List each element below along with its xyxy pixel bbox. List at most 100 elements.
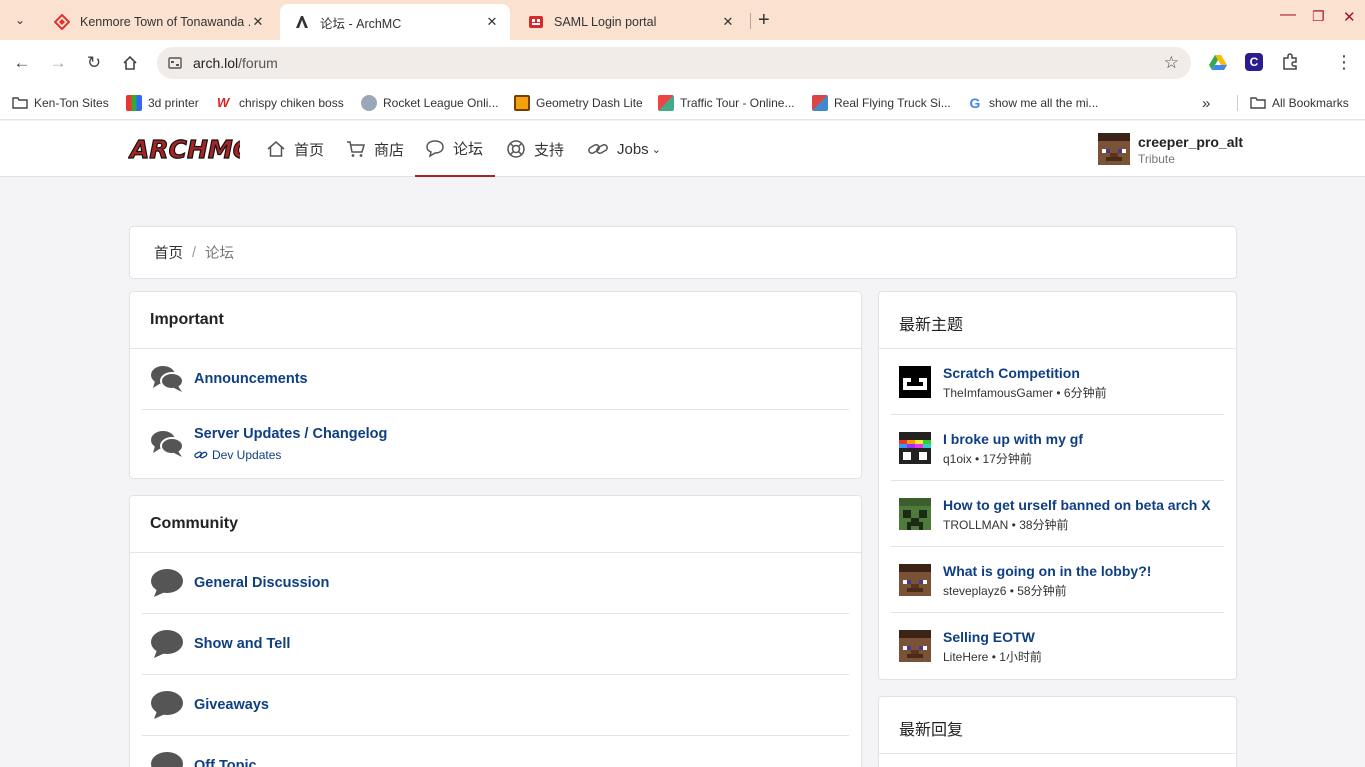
grid-favicon-icon [126,95,142,111]
topic-row[interactable]: How to get urself banned on beta arch X … [891,481,1224,547]
nav-store[interactable]: 商店 [336,121,414,177]
tab-divider [750,13,751,29]
forum-title[interactable]: Announcements [194,371,308,387]
forum-row-general-discussion[interactable]: General Discussion [142,553,849,614]
forum-row-show-and-tell[interactable]: Show and Tell [142,614,849,675]
bookmarks-overflow-button[interactable]: » [1202,93,1210,113]
google-drive-extension[interactable] [1208,52,1228,72]
link-icon [587,139,609,159]
bookmark-flying-truck[interactable]: Real Flying Truck Si... [812,93,951,113]
forum-row-off-topic[interactable]: Off Topic [142,736,849,767]
forum-row-server-updates[interactable]: Server Updates / Changelog Dev Updates [142,410,849,471]
forward-button[interactable]: → [46,51,70,75]
bookmark-geometry-dash[interactable]: Geometry Dash Lite [514,93,643,113]
user-avatar [899,498,931,530]
topic-row[interactable]: Scratch Competition TheImfamousGamer • 6… [891,349,1224,415]
archmc-favicon-icon [294,14,310,30]
bookmark-google-search[interactable]: G show me all the mi... [967,93,1099,113]
extensions-button[interactable] [1280,52,1300,72]
forum-title[interactable]: Off Topic [194,758,257,767]
topic-title[interactable]: Selling EOTW [943,629,1035,645]
nav-support[interactable]: 支持 [496,121,574,177]
back-button[interactable]: ← [10,51,34,75]
new-tab-button[interactable]: + [758,10,770,30]
browser-tab-saml[interactable]: SAML Login portal ✕ [514,4,746,40]
breadcrumb-separator: / [192,244,197,261]
reload-button[interactable]: ↻ [82,51,106,75]
nav-forum[interactable]: 论坛 [415,121,495,177]
cart-icon [346,139,366,159]
topic-title[interactable]: What is going on in the lobby?! [943,563,1151,579]
arrow-left-icon: ← [13,53,31,72]
tab-search-button[interactable]: ⌄ [8,8,32,32]
bookmark-3d-printer[interactable]: 3d printer [126,93,199,113]
rocket-favicon-icon [361,95,377,111]
chat-bubbles-icon [151,431,184,457]
breadcrumb-home-link[interactable]: 首页 [154,242,183,263]
traffic-favicon-icon [658,95,674,111]
latest-topics-title: 最新主题 [879,292,1236,349]
topic-meta: TheImfamousGamer • 6分钟前 [943,386,1107,400]
bookmark-label: Real Flying Truck Si... [834,96,951,110]
topic-row[interactable]: I broke up with my gf q1oix • 17分钟前 [891,415,1224,481]
topic-title[interactable]: I broke up with my gf [943,431,1083,447]
user-avatar [899,432,931,464]
breadcrumb-current: 论坛 [205,246,235,262]
user-avatar [1098,133,1130,165]
home-button[interactable] [118,51,142,75]
bookmark-traffic-tour[interactable]: Traffic Tour - Online... [658,93,795,113]
bookmark-star-icon[interactable]: ☆ [1164,53,1179,73]
forum-title[interactable]: Show and Tell [194,636,290,652]
url-path: /forum [238,55,278,71]
close-icon[interactable]: ✕ [720,14,736,30]
bookmark-ken-ton-sites[interactable]: Ken-Ton Sites [12,93,109,113]
bookmark-chrispy[interactable]: W chrispy chiken boss [217,93,344,113]
bookmark-label: Rocket League Onli... [383,96,499,110]
browser-tab-kenmore[interactable]: Kenmore Town of Tonawanda ... ✕ [40,4,276,40]
bookmark-label: Geometry Dash Lite [536,96,643,110]
subforum-link-dev-updates[interactable]: Dev Updates [194,448,281,462]
close-icon[interactable]: ✕ [484,14,500,30]
chevron-down-icon: ⌄ [14,13,26,27]
browser-menu-button[interactable]: ⋮ [1334,52,1354,72]
close-window-button[interactable]: ✕ [1343,8,1356,26]
nav-home[interactable]: 首页 [256,121,334,177]
chat-bubbles-icon [151,366,184,392]
double-chevron-icon: » [1202,94,1211,112]
nav-jobs[interactable]: Jobs ⌄ [577,121,671,177]
saml-favicon-icon [528,14,544,30]
bookmark-label: show me all the mi... [989,96,1099,110]
forum-row-announcements[interactable]: Announcements [142,349,849,410]
topic-title[interactable]: Scratch Competition [943,365,1080,381]
archmc-logo[interactable]: ARCHMC [127,133,252,165]
nav-label: 商店 [374,141,405,159]
bookmark-label: Traffic Tour - Online... [680,96,795,110]
forum-row-giveaways[interactable]: Giveaways [142,675,849,736]
all-bookmarks-button[interactable]: All Bookmarks [1250,93,1349,113]
section-title: Community [130,496,861,553]
minimize-button[interactable]: — [1280,6,1296,24]
browser-tab-archmc[interactable]: 论坛 - ArchMC ✕ [280,4,510,40]
address-bar[interactable]: arch.lol/forum ☆ [157,47,1191,79]
topic-row[interactable]: Selling EOTW LiteHere • 1小时前 [891,613,1224,679]
svg-text:ARCHMC: ARCHMC [128,135,240,164]
forum-title[interactable]: General Discussion [194,575,329,591]
site-header: ARCHMC 首页 商店 论坛 支持 Jobs ⌄ creeper_pro_al… [0,121,1365,177]
latest-replies-title: 最新回复 [879,697,1236,754]
browser-toolbar: ← → ↻ arch.lol/forum ☆ C ⋮ [0,40,1365,86]
bookmark-label: Ken-Ton Sites [34,96,109,110]
topic-title[interactable]: How to get urself banned on beta arch X [943,497,1211,513]
close-icon[interactable]: ✕ [250,14,266,30]
bookmark-rocket-league[interactable]: Rocket League Onli... [361,93,498,113]
breadcrumb: 首页 / 论坛 [129,226,1237,279]
logo-wordmark: ARCHMC [127,134,252,164]
c-extension[interactable]: C [1244,52,1264,72]
maximize-button[interactable]: ❐ [1312,8,1325,25]
puzzle-icon [1283,53,1297,70]
site-info-icon[interactable] [167,55,183,71]
c-letter-icon: C [1245,53,1263,71]
forum-title[interactable]: Giveaways [194,697,269,713]
forum-title[interactable]: Server Updates / Changelog [194,426,387,442]
geometry-favicon-icon [514,95,530,111]
topic-row[interactable]: What is going on in the lobby?! stevepla… [891,547,1224,613]
